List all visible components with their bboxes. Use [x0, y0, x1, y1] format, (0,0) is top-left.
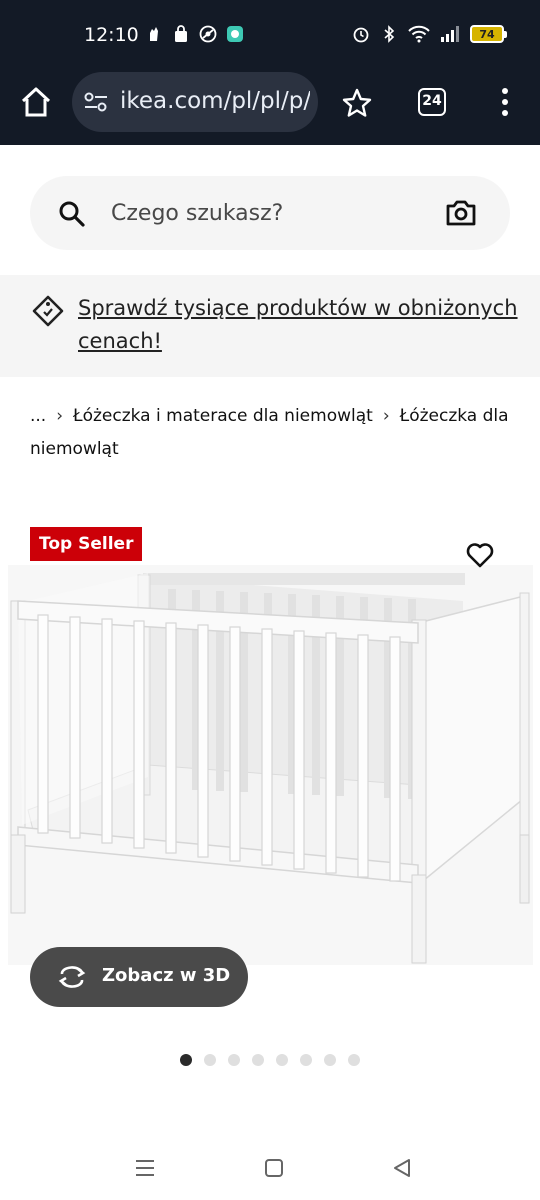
back-icon[interactable] [390, 1156, 414, 1180]
rotate-3d-icon [58, 966, 86, 988]
chevron-right-icon: › [56, 406, 64, 426]
breadcrumb-ellipsis[interactable]: ... [30, 406, 46, 426]
carousel-dot[interactable] [228, 1054, 240, 1066]
product-image-crib[interactable] [8, 565, 533, 965]
breadcrumb: ... › Łóżeczka i materace dla niemowląt › Łó… [30, 400, 520, 466]
status-time: 12:10 [84, 24, 139, 46]
home-nav-icon[interactable] [262, 1156, 286, 1180]
battery-icon: 74 [470, 25, 507, 43]
tab-switcher-button[interactable]: 24 [418, 88, 446, 116]
status-bar: 12:10 74 [0, 0, 540, 72]
chevron-right-icon: › [382, 406, 390, 426]
bluetooth-icon [384, 25, 395, 43]
site-settings-icon[interactable] [84, 91, 108, 113]
browser-toolbar: ikea.com/pl/pl/p/s 24 [0, 72, 540, 132]
top-seller-badge: Top Seller [30, 527, 143, 561]
carousel-dot[interactable] [180, 1054, 192, 1066]
chat-app-icon [227, 26, 243, 42]
browser-chrome: 12:10 74 ikea.com/pl/pl/p/s 24 [0, 0, 540, 145]
camera-search-icon[interactable] [445, 198, 477, 228]
home-icon[interactable] [18, 84, 54, 120]
shopping-bag-icon [175, 25, 187, 42]
android-nav-bar [0, 1140, 540, 1200]
carousel-dot[interactable] [252, 1054, 264, 1066]
promo-link[interactable]: Sprawdź tysiące produktów w obniżonych c… [78, 292, 518, 358]
view-in-3d-label: Zobacz w 3D [102, 965, 231, 986]
signal-icon [441, 26, 459, 42]
status-left-icons [145, 25, 244, 43]
search-bar[interactable]: Czego szukasz? [30, 176, 510, 250]
wifi-icon [408, 25, 430, 43]
hand-icon [150, 27, 158, 41]
search-input[interactable]: Czego szukasz? [111, 201, 283, 226]
price-tag-icon [32, 295, 64, 327]
carousel-dot[interactable] [276, 1054, 288, 1066]
promo-banner: Sprawdź tysiące produktów w obniżonych c… [0, 275, 540, 377]
alarm-icon [353, 27, 369, 43]
search-icon[interactable] [58, 200, 86, 228]
carousel-dot[interactable] [204, 1054, 216, 1066]
url-text[interactable]: ikea.com/pl/pl/p/s [120, 88, 310, 114]
carousel-dot[interactable] [348, 1054, 360, 1066]
image-carousel-dots[interactable] [180, 1054, 360, 1066]
status-right-icons: 74 [352, 25, 507, 43]
view-in-3d-button[interactable]: Zobacz w 3D [30, 947, 248, 1007]
favorite-heart-icon[interactable] [466, 542, 494, 568]
carousel-dot[interactable] [324, 1054, 336, 1066]
address-bar[interactable]: ikea.com/pl/pl/p/s [72, 72, 318, 132]
no-tracking-icon [199, 25, 217, 43]
recents-icon[interactable] [133, 1156, 157, 1180]
more-menu-icon[interactable] [495, 86, 515, 118]
breadcrumb-link-category[interactable]: Łóżeczka i materace dla niemowląt [73, 406, 373, 426]
bookmark-star-icon[interactable] [341, 87, 373, 119]
battery-level: 74 [479, 27, 495, 41]
carousel-dot[interactable] [300, 1054, 312, 1066]
